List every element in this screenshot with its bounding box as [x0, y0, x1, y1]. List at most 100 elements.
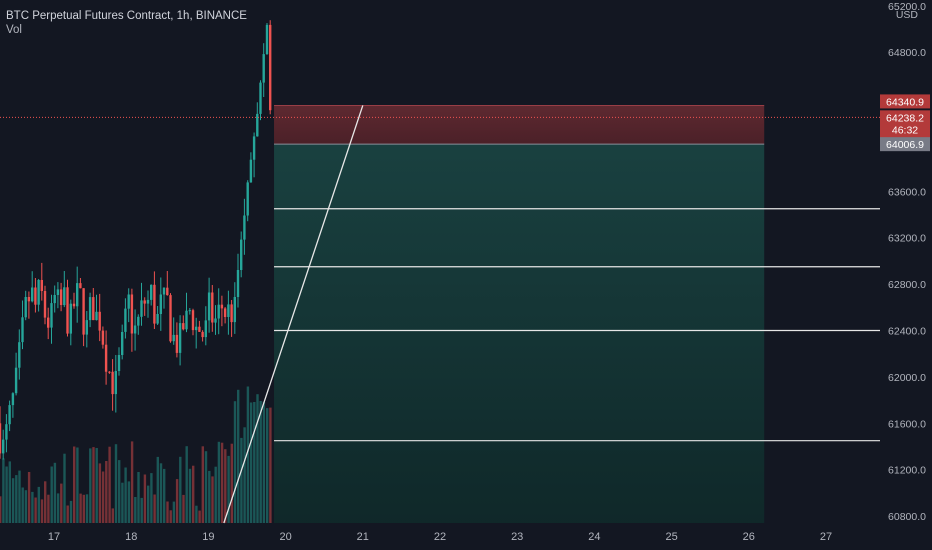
volume-bar — [5, 466, 8, 523]
x-axis-tick-label: 26 — [743, 531, 755, 543]
candle-body — [14, 367, 18, 394]
volume-bar — [85, 494, 89, 523]
volume-bar — [182, 494, 185, 523]
volume-bar — [95, 448, 98, 523]
candle-body — [156, 314, 159, 324]
volume-bar — [185, 446, 188, 523]
volume-bar — [31, 491, 34, 523]
candle-body — [127, 294, 130, 309]
volume-bar — [121, 482, 124, 523]
volume-bar — [8, 461, 11, 523]
volume-bar — [92, 447, 95, 523]
volume-bar — [233, 401, 237, 523]
chart-header: BTC Perpetual Futures Contract, 1h, BINA… — [6, 9, 247, 37]
volume-bar — [175, 479, 179, 523]
x-axis-tick-label: 25 — [665, 531, 677, 543]
x-axis-tick-label: 21 — [357, 531, 369, 543]
volume-bar — [156, 456, 159, 523]
candle-body — [108, 371, 111, 373]
candle-body — [98, 311, 101, 331]
volume-bar — [159, 463, 163, 523]
volume-bar — [220, 442, 224, 523]
candle-body — [265, 24, 269, 55]
volume-bar — [53, 462, 57, 523]
candle-body — [236, 270, 240, 297]
target-price-label: 64340.9 — [886, 96, 924, 108]
candle-body — [130, 294, 134, 334]
y-axis-tick-label: 62800.0 — [888, 279, 926, 291]
volume-bar — [172, 501, 176, 523]
candle-body — [37, 280, 40, 305]
candle-body — [252, 136, 256, 160]
candle-body — [95, 311, 98, 321]
volume-bar — [101, 471, 105, 523]
candle-body — [133, 325, 137, 334]
volume-bar — [166, 501, 169, 523]
x-axis-tick-label: 18 — [125, 531, 137, 543]
candle-body — [114, 371, 117, 395]
y-axis-tick-label: 62000.0 — [888, 372, 926, 384]
candle-body — [43, 291, 47, 318]
volume-bar — [214, 466, 217, 523]
volume-bar — [134, 497, 137, 523]
y-axis-tick-label: 62400.0 — [888, 325, 926, 337]
volume-bar — [34, 497, 37, 523]
volume-bar — [198, 510, 201, 523]
candle-body — [121, 332, 124, 355]
candle-body — [124, 308, 127, 332]
stop-loss-zone[interactable] — [274, 105, 765, 145]
volume-bar — [140, 497, 143, 523]
candle-body — [69, 303, 72, 334]
candle-body — [56, 289, 60, 295]
volume-bar — [192, 465, 195, 523]
volume-bar — [69, 500, 73, 523]
volume-bar — [137, 472, 140, 523]
candle-body — [169, 295, 172, 342]
price-chart[interactable]: 17 18 19 20 21 22 23 24 25 26 2765200.064800.06360… — [0, 0, 932, 550]
candle-body — [223, 308, 227, 317]
volume-bar — [179, 456, 182, 523]
symbol-title: BTC Perpetual Futures Contract, 1h, BINA… — [6, 10, 247, 22]
volume-bar — [269, 407, 272, 523]
candle-body — [230, 304, 233, 323]
candle-body — [143, 300, 146, 304]
candle-body — [5, 424, 8, 440]
volume-bar — [201, 446, 204, 523]
candle-body — [178, 323, 182, 353]
y-axis-tick-label: 61600.0 — [888, 418, 926, 430]
volume-bar — [2, 458, 5, 523]
candle-body — [27, 297, 31, 302]
candle-body — [34, 287, 37, 305]
volume-bar — [169, 510, 172, 523]
candle-body — [233, 297, 236, 323]
candle-body — [11, 393, 15, 406]
candle-body — [249, 159, 253, 183]
candle-body — [159, 294, 162, 314]
candle-body — [31, 287, 34, 302]
volume-bar — [143, 474, 147, 523]
candle-body — [24, 297, 27, 318]
candle-body — [243, 215, 246, 240]
candle-body — [66, 287, 69, 334]
volume-bar — [188, 468, 192, 523]
candle-body — [137, 316, 140, 326]
volume-bar — [211, 476, 214, 523]
candle-body — [211, 292, 214, 323]
candle-body — [207, 292, 211, 321]
volume-bar — [266, 408, 269, 523]
volume-bar — [15, 475, 18, 523]
candle-body — [63, 287, 66, 306]
candle-body — [59, 289, 63, 305]
x-axis-tick-label: 17 — [48, 531, 60, 543]
candle-body — [262, 54, 265, 83]
candle-body — [162, 287, 166, 295]
volume-bar — [240, 437, 243, 523]
candle-body — [85, 320, 88, 335]
candle-body — [217, 304, 220, 319]
candle-body — [47, 317, 50, 328]
candle-body — [227, 304, 230, 317]
take-profit-zone[interactable] — [274, 144, 765, 523]
volume-bar — [127, 481, 131, 523]
volume-bar — [153, 494, 156, 523]
volume-bar — [11, 478, 15, 523]
